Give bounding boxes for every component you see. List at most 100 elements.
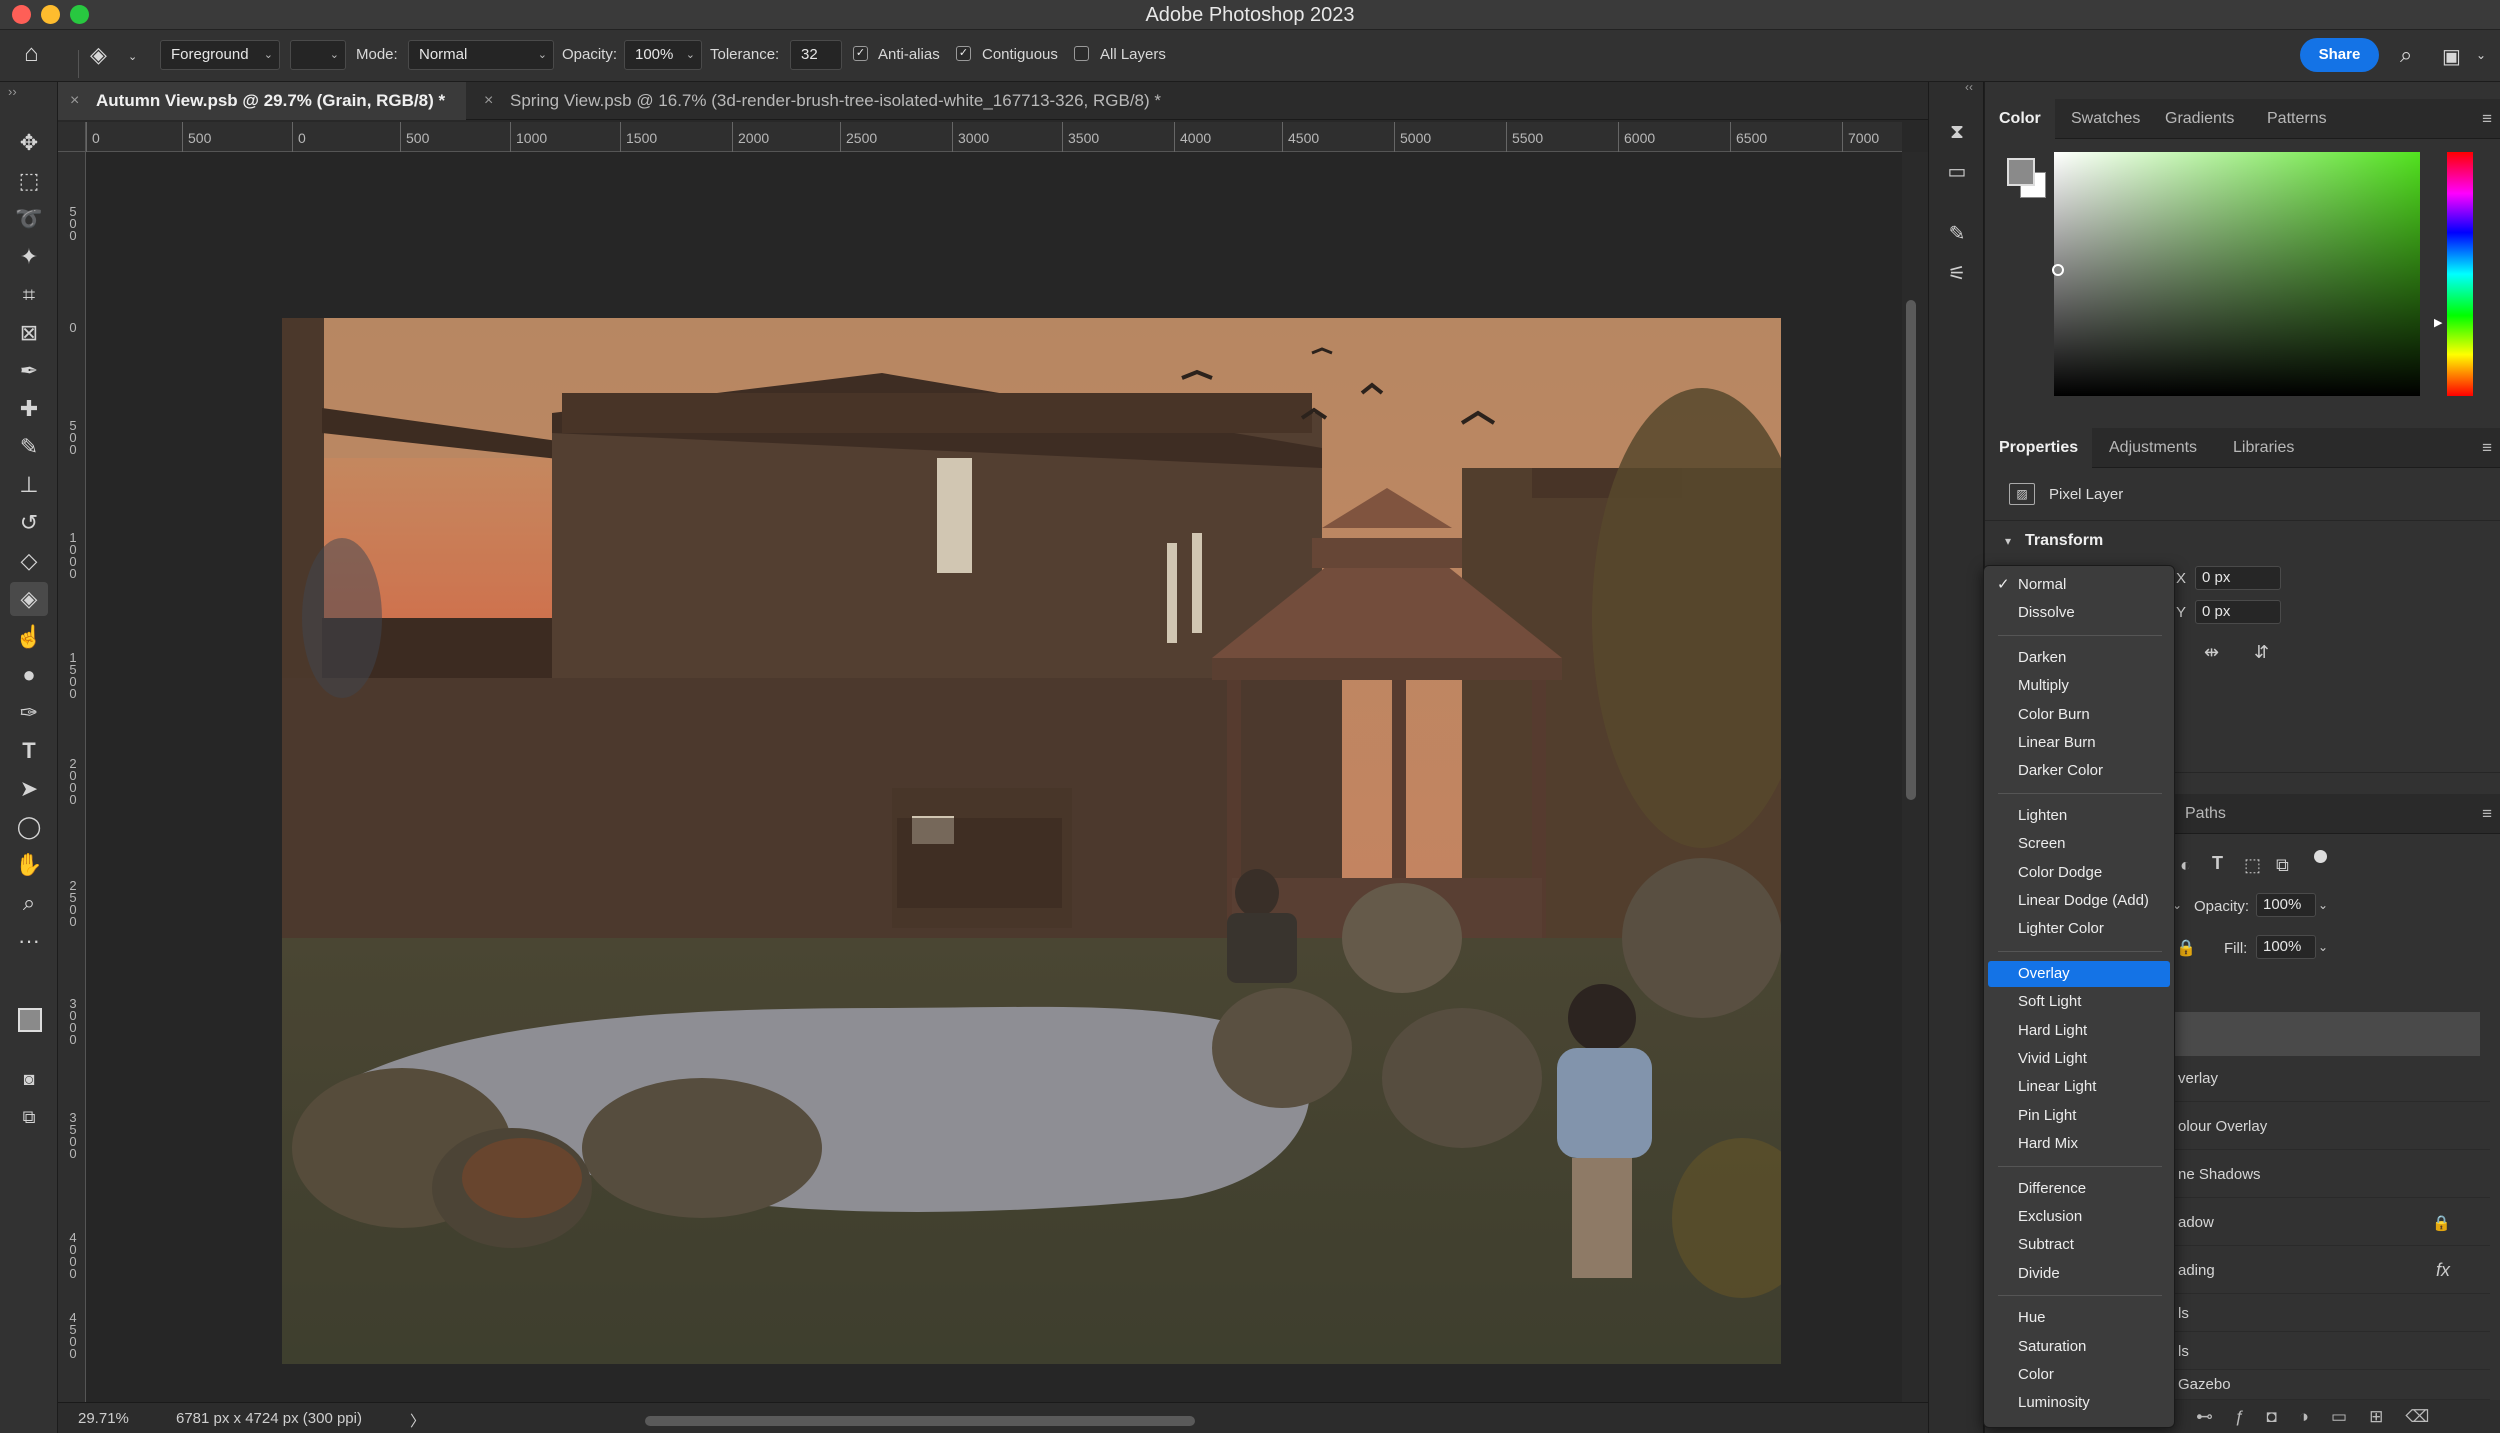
canvas-image[interactable] (282, 318, 1781, 1364)
blend-mode-item-lighter-color[interactable]: Lighter Color (1988, 916, 2170, 942)
blend-mode-item-normal[interactable]: ✓ Normal (1988, 572, 2170, 598)
adjustments-icon[interactable]: ⚟ (1941, 258, 1973, 290)
collapse-tools-icon[interactable]: ›› (8, 84, 17, 99)
vertical-ruler[interactable]: 500 0 500 1000 1500 2000 2500 3000 3500 4000 4500 (58, 152, 86, 1402)
blend-mode-item-luminosity[interactable]: Luminosity (1988, 1390, 2170, 1416)
comments-panel-icon[interactable]: ▭ (1941, 156, 1973, 188)
flip-horizontal-icon[interactable]: ⇹ (2204, 642, 2219, 663)
foreground-color-swatch[interactable] (2007, 158, 2035, 186)
smart-object-filter-icon[interactable]: ⧉ (2276, 855, 2289, 876)
hand-tool-icon[interactable]: ✋ (10, 848, 48, 882)
blend-mode-item-screen[interactable]: Screen (1988, 831, 2170, 857)
tab-adjustments[interactable]: Adjustments (2095, 428, 2211, 468)
eyedropper-icon[interactable]: ✒ (10, 354, 48, 388)
type-tool-icon[interactable]: T (10, 734, 48, 768)
tolerance-field[interactable]: 32 (790, 40, 842, 70)
workspace-chevron-icon[interactable]: ⌄ (2476, 48, 2486, 62)
quick-mask-icon[interactable]: ◙ (10, 1062, 48, 1096)
tool-preset-chevron-icon[interactable]: ⌄ (128, 50, 137, 63)
layer-style-icon[interactable]: ƒ (2235, 1407, 2266, 1426)
blend-mode-item-soft-light[interactable]: Soft Light (1988, 989, 2170, 1015)
mask-icon[interactable]: ◘ (2266, 1407, 2298, 1426)
blend-mode-item-exclusion[interactable]: Exclusion (1988, 1204, 2170, 1230)
blend-mode-item-color-burn[interactable]: Color Burn (1988, 702, 2170, 728)
blend-mode-item-darken[interactable]: Darken (1988, 645, 2170, 671)
blend-mode-item-vivid-light[interactable]: Vivid Light (1988, 1046, 2170, 1072)
smudge-tool-icon[interactable]: ☝ (10, 620, 48, 654)
search-icon[interactable]: ⌕ (2400, 42, 2412, 68)
lasso-tool-icon[interactable]: ➰ (10, 202, 48, 236)
path-selection-icon[interactable]: ➤ (10, 772, 48, 806)
clone-stamp-icon[interactable]: ⊥ (10, 468, 48, 502)
contiguous-checkbox[interactable]: ✓ (956, 46, 971, 61)
hue-slider[interactable] (2447, 152, 2473, 396)
layer-effect-row[interactable]: olour Overlay (2170, 1104, 2490, 1150)
blend-mode-item-linear-dodge-add[interactable]: Linear Dodge (Add) (1988, 888, 2170, 914)
hue-slider-handle-icon[interactable]: ▶ (2434, 316, 2442, 329)
brush-settings-icon[interactable]: ✎ (1941, 218, 1973, 250)
filter-toggle[interactable] (2314, 850, 2327, 863)
tab-gradients[interactable]: Gradients (2151, 99, 2248, 139)
tab-spring-view[interactable]: × Spring View.psb @ 16.7% (3d-render-brus… (472, 82, 1372, 120)
close-tab-icon[interactable]: × (70, 82, 79, 120)
blend-mode-item-dissolve[interactable]: Dissolve (1988, 600, 2170, 626)
new-layer-icon[interactable]: ⊞ (2369, 1407, 2405, 1426)
blend-mode-item-multiply[interactable]: Multiply (1988, 673, 2170, 699)
ruler-origin[interactable] (58, 122, 86, 152)
history-panel-icon[interactable]: ⧗ (1941, 116, 1973, 148)
zoom-level[interactable]: 29.71% (78, 1410, 129, 1427)
fx-icon[interactable]: fx (2436, 1260, 2450, 1281)
magic-wand-icon[interactable]: ✦ (10, 240, 48, 274)
brush-tool-icon[interactable]: ✎ (10, 430, 48, 464)
blend-mode-item-hue[interactable]: Hue (1988, 1305, 2170, 1331)
selected-layer-row[interactable] (2170, 1012, 2480, 1056)
panel-menu-icon[interactable]: ≡ (2482, 794, 2492, 834)
paint-bucket-icon[interactable]: ◈ (90, 42, 107, 68)
ellipse-tool-icon[interactable]: ◯ (10, 810, 48, 844)
blend-mode-item-subtract[interactable]: Subtract (1988, 1232, 2170, 1258)
chevron-down-icon[interactable]: ⌄ (2318, 940, 2328, 954)
new-group-icon[interactable]: ▭ (2331, 1407, 2369, 1426)
dodge-tool-icon[interactable]: ● (10, 658, 48, 692)
chevron-down-icon[interactable]: ⌄ (2318, 898, 2328, 912)
fill-source-dropdown[interactable]: Foreground ⌄ (160, 40, 280, 70)
blend-mode-item-hard-light[interactable]: Hard Light (1988, 1018, 2170, 1044)
blend-mode-item-darker-color[interactable]: Darker Color (1988, 758, 2170, 784)
mode-dropdown[interactable]: Normal ⌄ (408, 40, 554, 70)
more-tools-icon[interactable]: ··· (10, 924, 48, 958)
fill-field[interactable]: 100% (2256, 935, 2316, 959)
blend-mode-item-linear-light[interactable]: Linear Light (1988, 1074, 2170, 1100)
x-position-field[interactable]: 0 px (2195, 566, 2281, 590)
close-tab-icon[interactable]: × (484, 82, 493, 120)
blend-mode-item-difference[interactable]: Difference (1988, 1176, 2170, 1202)
color-picker-cursor[interactable] (2052, 264, 2064, 276)
tab-autumn-view[interactable]: × Autumn View.psb @ 29.7% (Grain, RGB/8) … (58, 82, 466, 120)
pen-tool-icon[interactable]: ✑ (10, 696, 48, 730)
blend-mode-item-linear-burn[interactable]: Linear Burn (1988, 730, 2170, 756)
layer-effect-row[interactable]: ne Shadows (2170, 1152, 2490, 1198)
healing-brush-icon[interactable]: ✚ (10, 392, 48, 426)
screen-mode-icon[interactable]: ⧉ (10, 1100, 48, 1134)
tab-properties[interactable]: Properties (1985, 428, 2093, 468)
blend-mode-item-divide[interactable]: Divide (1988, 1261, 2170, 1287)
anti-alias-checkbox[interactable]: ✓ (853, 46, 868, 61)
delete-layer-icon[interactable]: ⌫ (2405, 1407, 2451, 1426)
eraser-icon[interactable]: ◇ (10, 544, 48, 578)
blend-mode-item-overlay[interactable]: Overlay (1988, 960, 2170, 987)
marquee-tool-icon[interactable]: ⬚ (10, 164, 48, 198)
blend-mode-item-hard-mix[interactable]: Hard Mix (1988, 1131, 2170, 1157)
layer-row-gazebo[interactable]: Gazebo (2170, 1370, 2490, 1400)
crop-tool-icon[interactable]: ⌗ (10, 278, 48, 312)
paint-bucket-tool-icon[interactable]: ◈ (10, 582, 48, 616)
home-icon[interactable]: ⌂ (24, 40, 39, 68)
workspace-icon[interactable]: ▣ (2442, 44, 2461, 69)
expand-panels-icon[interactable]: ‹‹ (1965, 80, 1973, 94)
flip-vertical-icon[interactable]: ⇵ (2254, 642, 2269, 663)
status-menu-arrow[interactable]: 〉 (410, 1410, 425, 1431)
tab-color[interactable]: Color (1985, 99, 2055, 139)
share-button[interactable]: Share (2300, 38, 2379, 72)
type-filter-icon[interactable]: T (2212, 853, 2223, 874)
blend-mode-item-saturation[interactable]: Saturation (1988, 1334, 2170, 1360)
vertical-scroll-thumb[interactable] (1906, 300, 1916, 800)
blend-mode-item-pin-light[interactable]: Pin Light (1988, 1103, 2170, 1129)
